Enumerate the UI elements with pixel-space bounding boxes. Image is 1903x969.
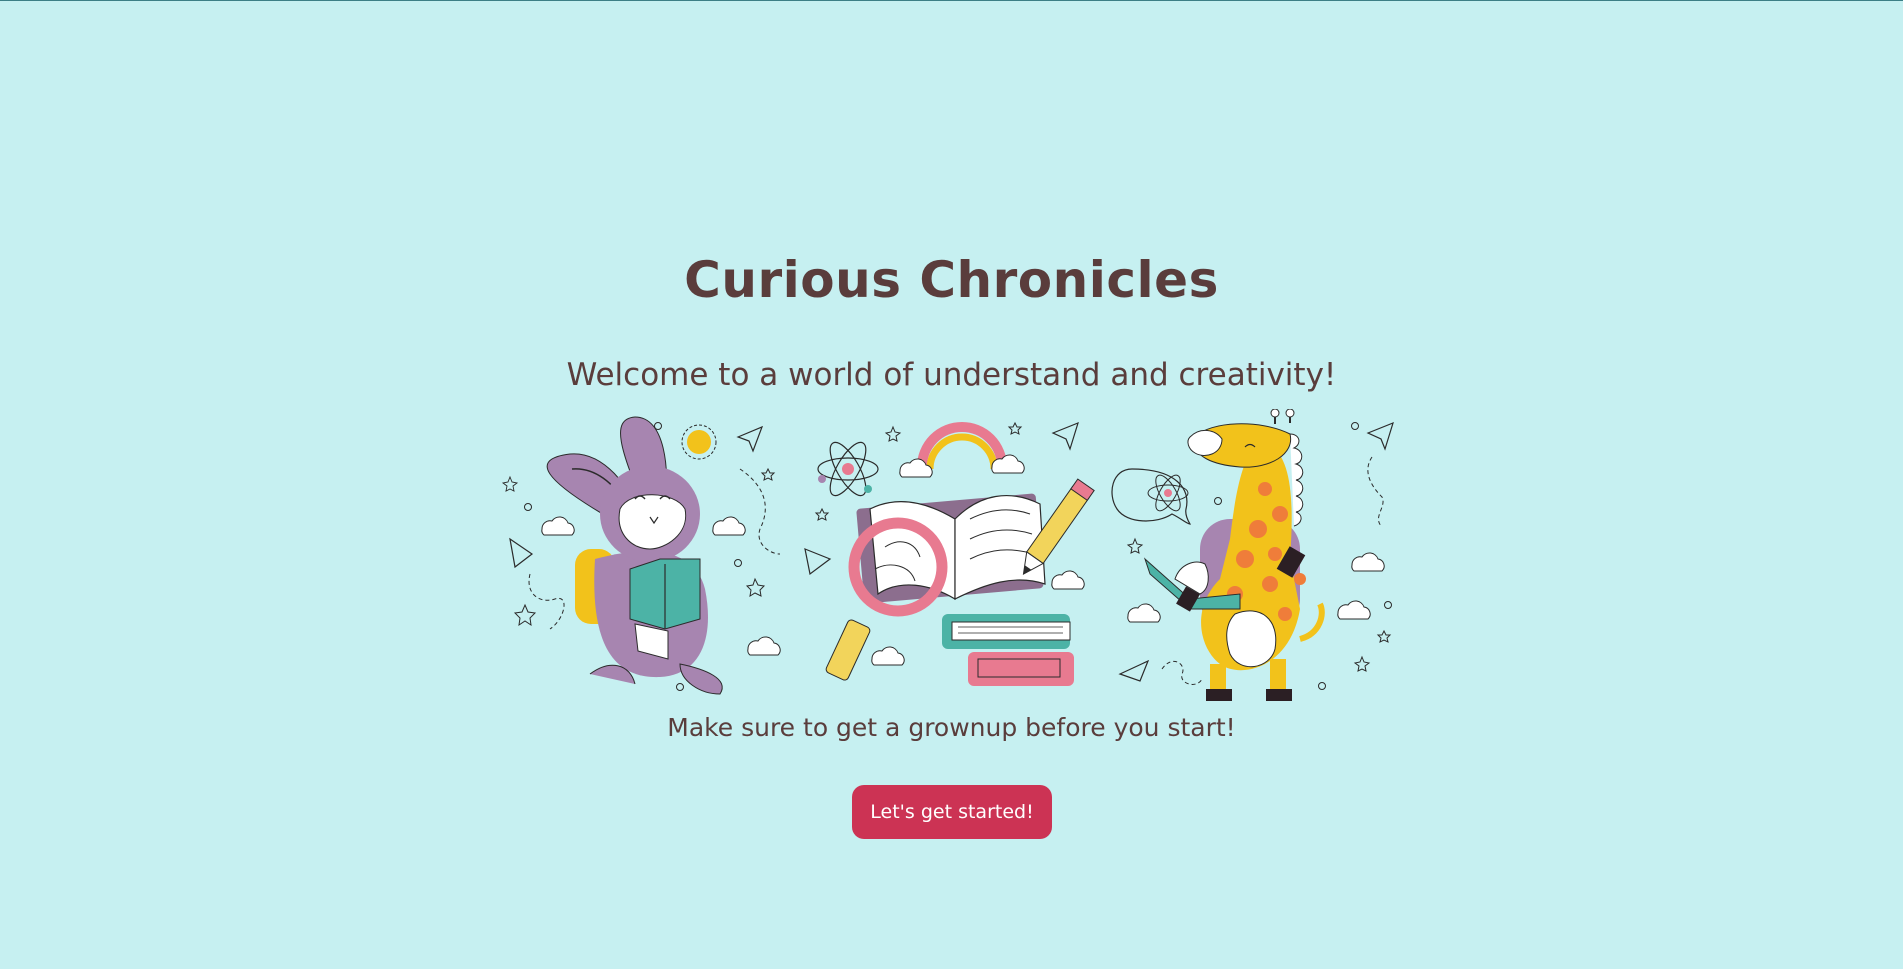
paper-plane-icon	[1051, 421, 1079, 451]
welcome-page: Curious Chronicles Welcome to a world of…	[0, 1, 1903, 969]
hero-illustration	[501, 409, 1394, 701]
atom-icon	[817, 441, 879, 497]
grownup-notice: Make sure to get a grownup before you st…	[667, 713, 1236, 742]
book-magnifier-icon	[817, 422, 1095, 686]
welcome-subtitle: Welcome to a world of understand and cre…	[566, 357, 1337, 393]
app-title: Curious Chronicles	[684, 251, 1219, 309]
rabbit-reading-icon	[546, 416, 723, 695]
rainbow-icon	[917, 422, 1007, 470]
get-started-button[interactable]: Let's get started!	[852, 785, 1052, 839]
giraffe-backpack-icon	[1111, 409, 1325, 701]
sun-icon	[681, 424, 717, 460]
